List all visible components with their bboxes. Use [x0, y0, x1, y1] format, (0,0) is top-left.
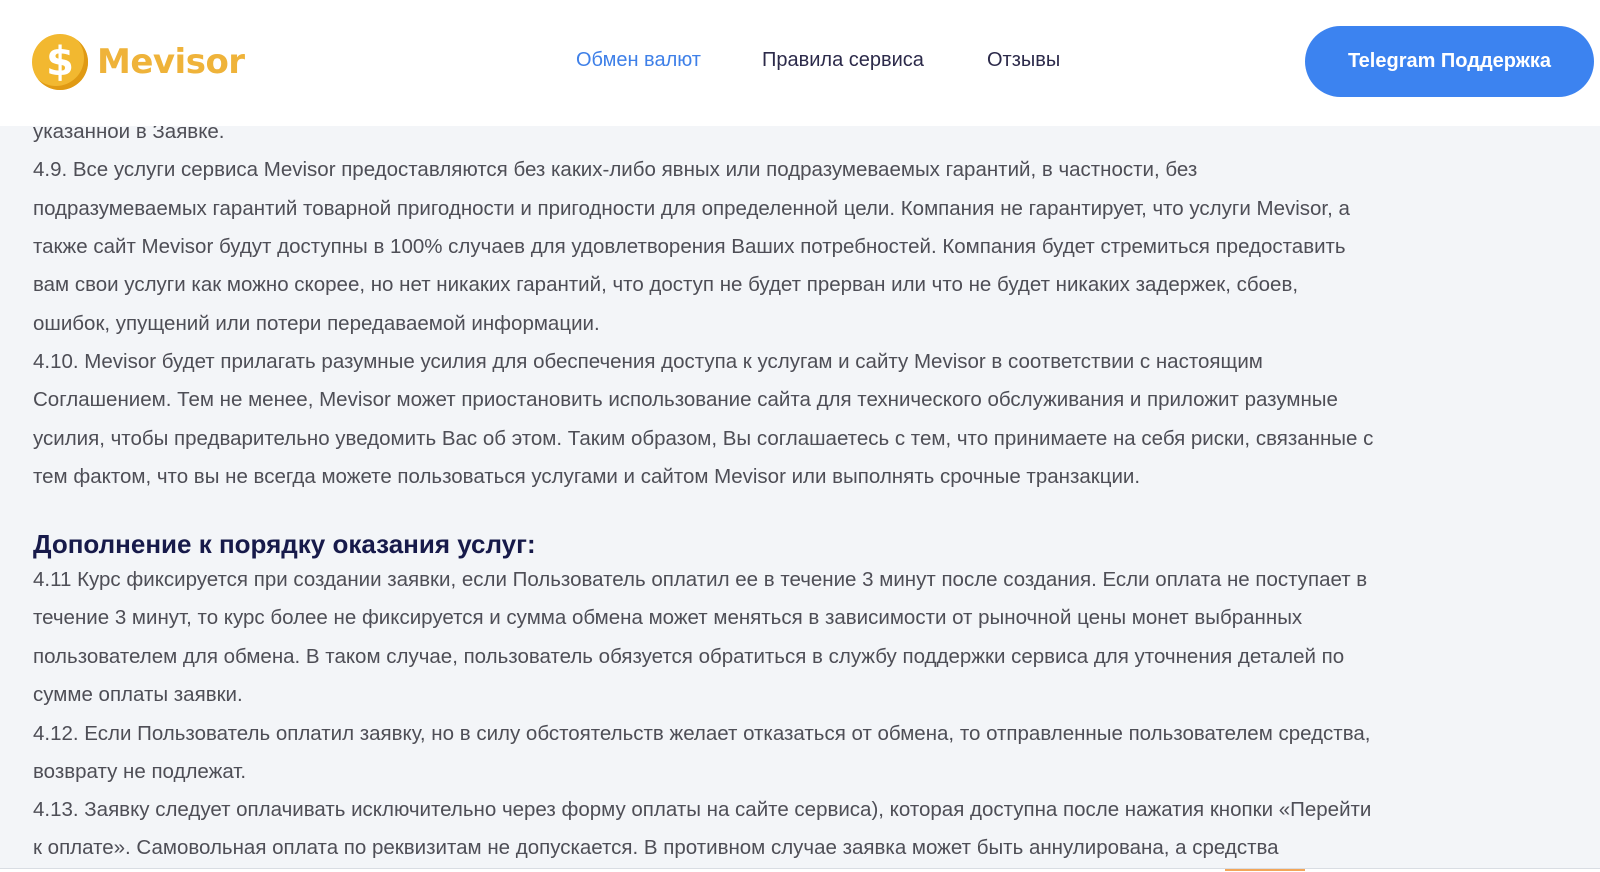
brand-name: Mevisor	[97, 42, 245, 82]
nav-reviews[interactable]: Отзывы	[987, 47, 1060, 73]
text-line: 4.12. Если Пользователь оплатил заявку, …	[33, 722, 1371, 745]
text-line: также сайт Mevisor будут доступны в 100%…	[33, 235, 1346, 258]
text-line: усилия, чтобы предварительно уведомить В…	[33, 427, 1374, 450]
text-line: подразумеваемых гарантий товарной пригод…	[33, 197, 1350, 220]
dollar-coin-icon: $	[32, 34, 88, 90]
text-line: сумме оплаты заявки.	[33, 683, 243, 706]
text-line: Соглашением. Тем не менее, Mevisor может…	[33, 388, 1338, 411]
bottom-accent	[1225, 869, 1305, 871]
text-line: ошибок, упущений или потери передаваемой…	[33, 312, 600, 335]
text-line: тем фактом, что вы не всегда можете поль…	[33, 465, 1141, 488]
text-line: 4.10. Mevisor будет прилагать разумные у…	[33, 350, 1263, 373]
text-line: пользователем для обмена. В таком случае…	[33, 645, 1345, 668]
coin-symbol: $	[46, 39, 74, 85]
bottom-divider	[0, 868, 1600, 872]
text-line: возврату не подлежат.	[33, 760, 247, 783]
telegram-support-button[interactable]: Telegram Поддержка	[1305, 26, 1594, 97]
text-line: 4.11 Курс фиксируется при создании заявк…	[33, 568, 1368, 591]
text-line: к оплате». Самовольная оплата по реквизи…	[33, 836, 1279, 859]
nav-rules[interactable]: Правила сервиса	[762, 47, 924, 73]
text-line: вам свои услуги как можно скорее, но нет…	[33, 273, 1299, 296]
site-header: $ Mevisor Обмен валют Правила сервиса От…	[0, 0, 1600, 126]
text-line: течение 3 минут, то курс более не фиксир…	[33, 606, 1303, 629]
logo[interactable]: $ Mevisor	[32, 34, 245, 90]
text-line: 4.13. Заявку следует оплачивать исключит…	[33, 798, 1372, 821]
text-line: 4.9. Все услуги сервиса Mevisor предоста…	[33, 158, 1198, 181]
nav-exchange[interactable]: Обмен валют	[576, 47, 701, 73]
section-heading: Дополнение к порядку оказания услуг:	[33, 529, 536, 559]
